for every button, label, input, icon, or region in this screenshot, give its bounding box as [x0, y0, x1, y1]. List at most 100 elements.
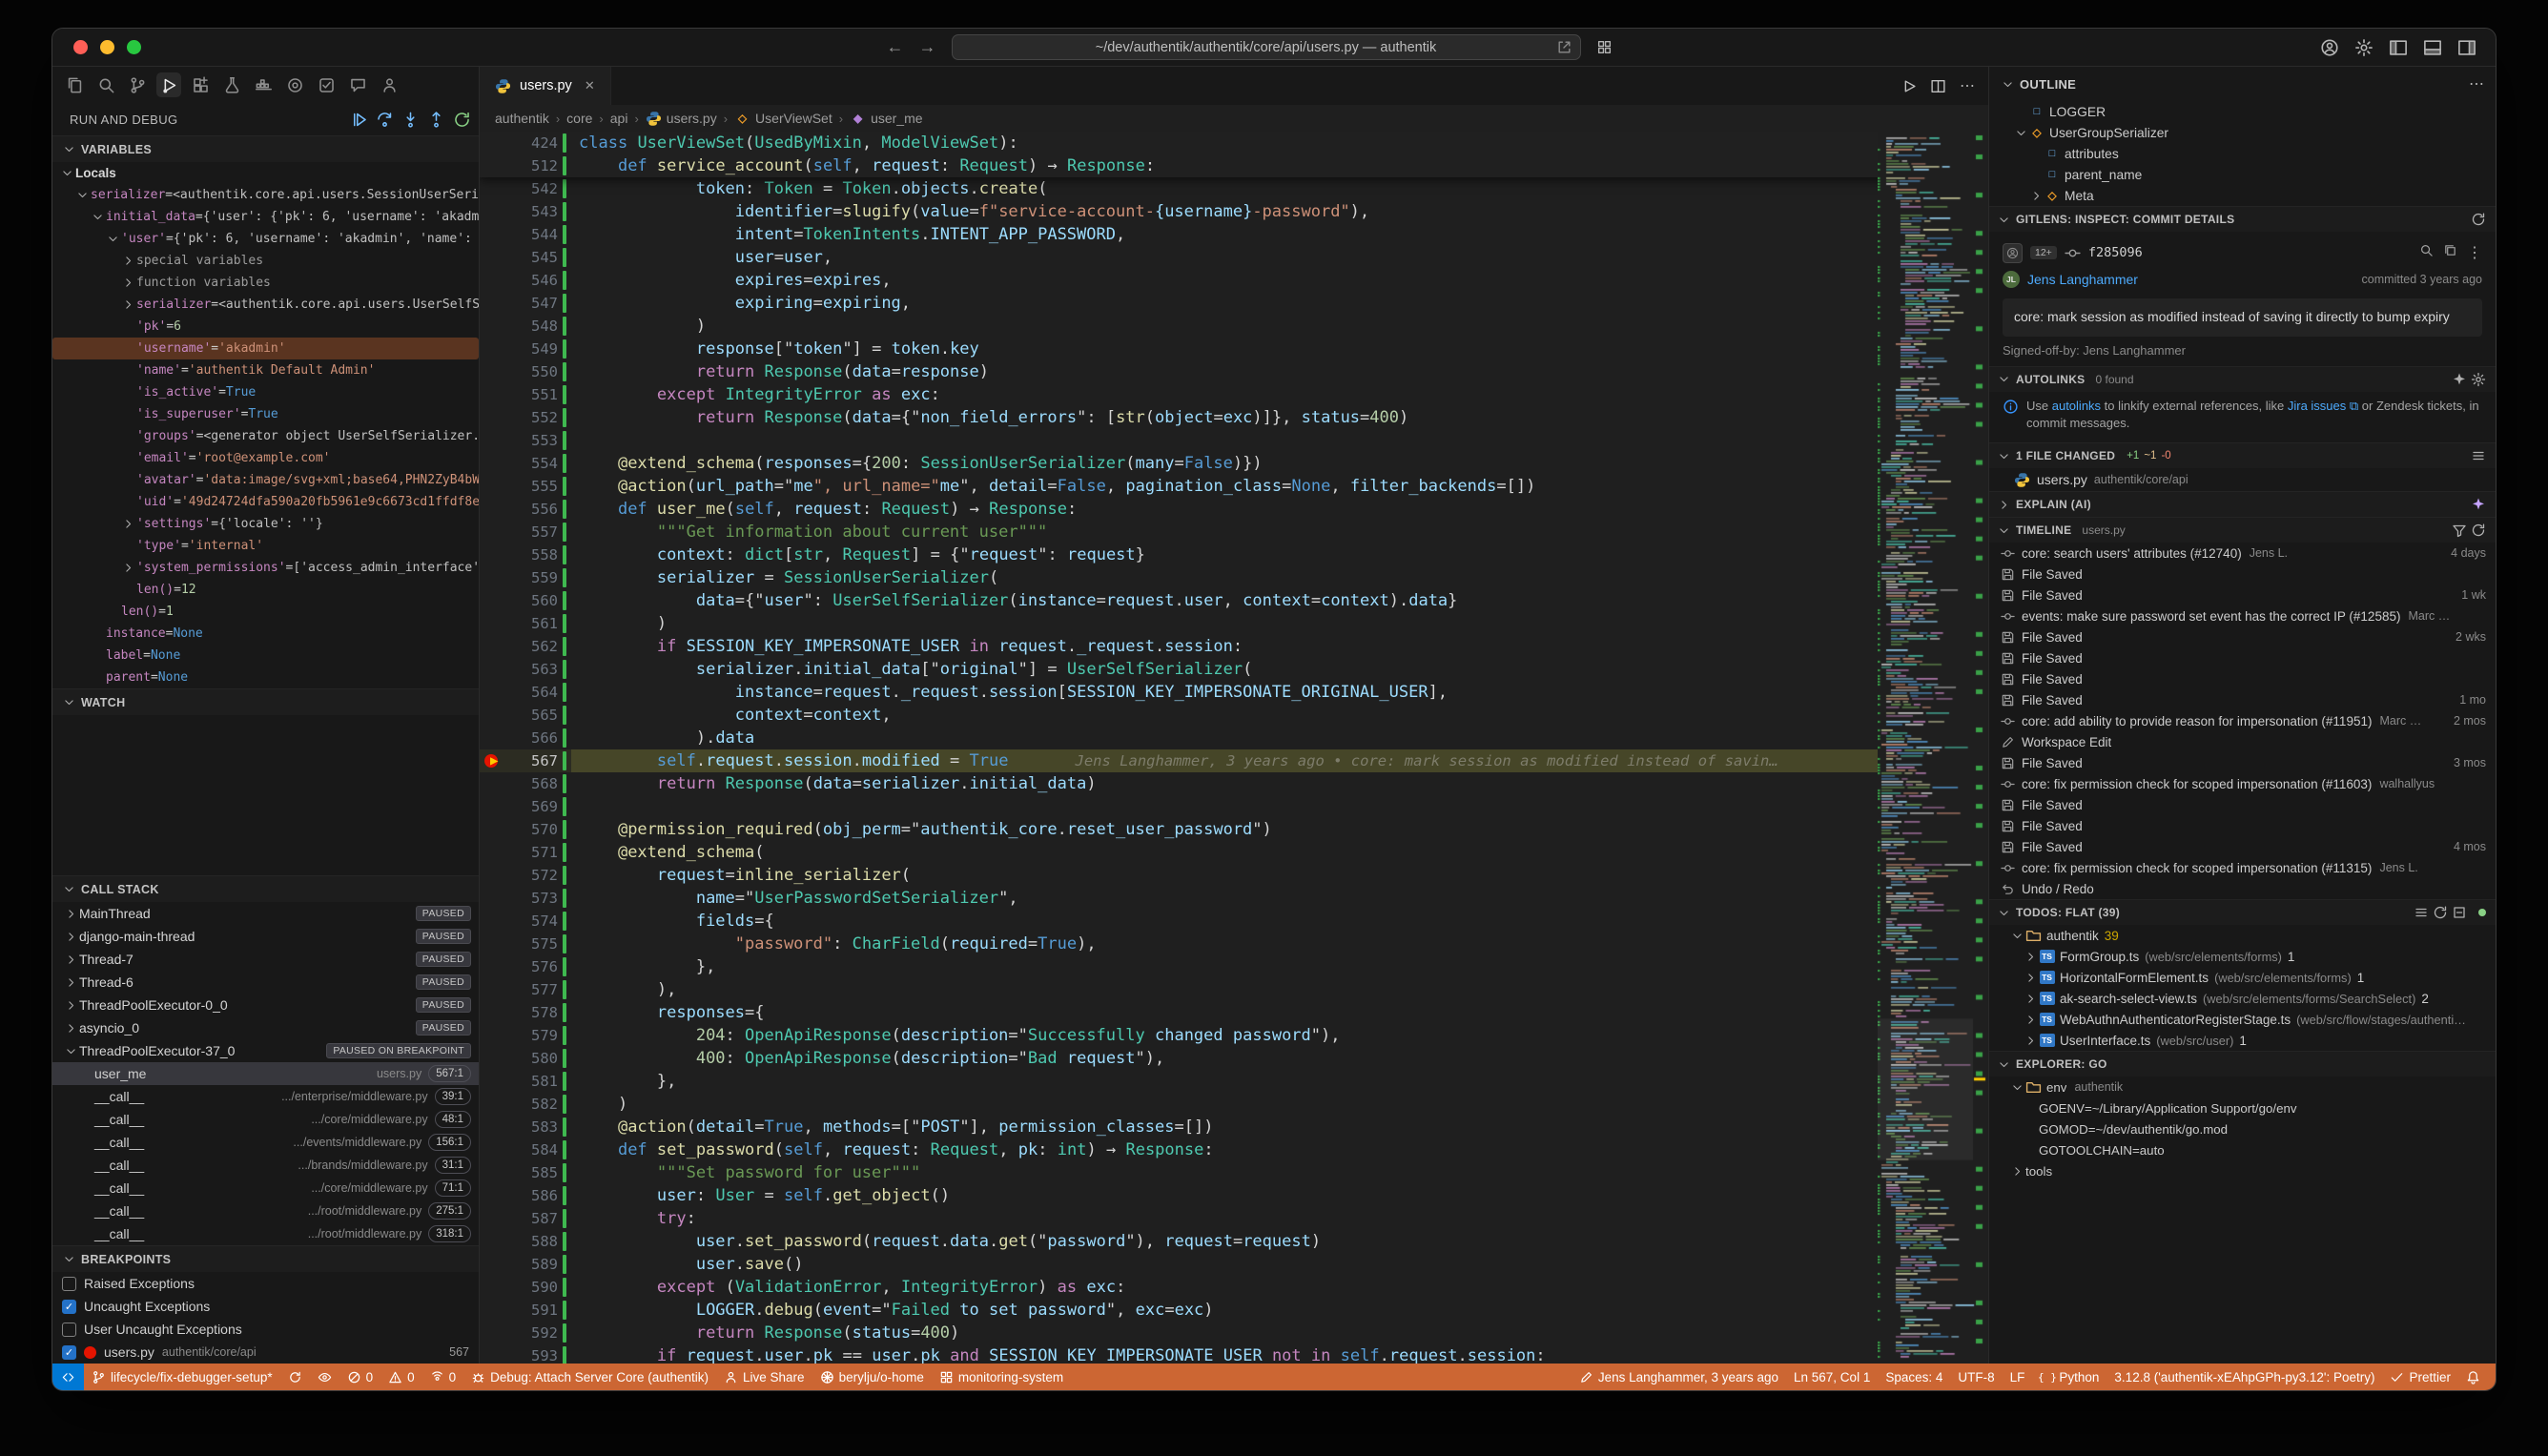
breakpoint-gutter[interactable] [480, 452, 508, 475]
breakpoint-gutter[interactable] [480, 1184, 508, 1207]
timeline-item[interactable]: Undo / Redo [1989, 878, 2496, 899]
variable-row[interactable]: len() = 12 [52, 579, 479, 601]
explorer-go-item[interactable]: envauthentik [1989, 1077, 2496, 1097]
breakpoint-gutter[interactable] [480, 1344, 508, 1364]
breakpoint-row[interactable]: ✓Uncaught Exceptions [52, 1295, 479, 1318]
todo-item[interactable]: authentik39 [1989, 925, 2496, 946]
activity-source-control-icon[interactable] [125, 72, 150, 97]
call-stack-thread[interactable]: Thread-6PAUSED [52, 971, 479, 994]
search-commit-icon[interactable] [2419, 243, 2434, 257]
breakpoint-gutter[interactable] [480, 383, 508, 406]
autolink-link[interactable]: autolinks [2052, 399, 2101, 413]
breakpoint-row[interactable]: User Uncaught Exceptions [52, 1318, 479, 1341]
breakpoint-row[interactable]: ✓users.pyauthentik/core/api567 [52, 1341, 479, 1364]
variable-row[interactable]: Locals [52, 162, 479, 184]
breakpoint-row[interactable]: Raised Exceptions [52, 1272, 479, 1295]
kube-context-item[interactable]: berylju/o-home [812, 1364, 932, 1390]
activity-files-icon[interactable] [62, 72, 87, 97]
variable-row[interactable]: parent = None [52, 666, 479, 688]
close-window-button[interactable] [73, 40, 88, 54]
breakpoint-gutter[interactable] [480, 772, 508, 795]
timeline-item[interactable]: File Saved2 wks [1989, 626, 2496, 647]
eol[interactable]: LF [2003, 1364, 2033, 1390]
call-stack-frame[interactable]: __call__.../core/middleware.py71:1 [52, 1177, 479, 1200]
python-interpreter[interactable]: 3.12.8 ('authentik-xEAhpGPh-py3.12': Poe… [2106, 1364, 2382, 1390]
todo-item[interactable]: TSHorizontalFormElement.ts(web/src/eleme… [1989, 967, 2496, 988]
outline-panel-header[interactable]: OUTLINE ⋯ [1989, 67, 2496, 101]
activity-run-and-debug-icon[interactable] [156, 72, 181, 97]
variable-row[interactable]: special variables [52, 250, 479, 272]
commit-sha[interactable]: f285096 [2088, 245, 2143, 260]
activity-comments-icon[interactable] [345, 72, 370, 97]
timeline-item[interactable]: File Saved [1989, 815, 2496, 836]
breakpoint-gutter[interactable] [480, 864, 508, 887]
todos-header[interactable]: TODOS: FLAT (39) [1989, 899, 2496, 925]
kube-namespace-item[interactable]: monitoring-system [932, 1364, 1071, 1390]
breakpoint-gutter[interactable] [480, 1207, 508, 1230]
breadcrumb-item[interactable]: core [566, 111, 592, 126]
call-stack-frame[interactable]: __call__.../core/middleware.py48:1 [52, 1108, 479, 1131]
breakpoint-gutter[interactable] [480, 1138, 508, 1161]
breakpoint-gutter[interactable] [480, 1047, 508, 1070]
variable-row[interactable]: 'pk' = 6 [52, 316, 479, 338]
breakpoint-gutter[interactable] [480, 566, 508, 589]
timeline-item[interactable]: File Saved1 wk [1989, 584, 2496, 605]
cursor-position[interactable]: Ln 567, Col 1 [1786, 1364, 1878, 1390]
layout-sidebar-left-icon[interactable] [2389, 38, 2408, 57]
breakpoint-gutter[interactable] [480, 1024, 508, 1047]
breakpoint-gutter[interactable] [480, 292, 508, 315]
gitlens-blame-toggle[interactable] [310, 1364, 339, 1390]
variable-row[interactable]: 'uid' = '49d24724dfa590a20fb5961e9c6673c… [52, 491, 479, 513]
activity-docker-icon[interactable] [251, 72, 276, 97]
checkbox[interactable]: ✓ [62, 1300, 76, 1314]
step-into-icon[interactable] [401, 111, 420, 129]
view-as-tree-icon[interactable] [2471, 448, 2486, 463]
variable-row[interactable]: 'groups' = <generator object UserSelfSer… [52, 425, 479, 447]
gear-icon[interactable] [2471, 372, 2486, 387]
breakpoint-gutter[interactable] [480, 200, 508, 223]
checkbox[interactable] [62, 1323, 76, 1337]
autolink-add-icon[interactable] [2452, 372, 2467, 387]
breakpoint-gutter[interactable] [480, 1276, 508, 1299]
outline-item[interactable]: ◇Meta [1989, 185, 2496, 206]
breakpoint-gutter[interactable] [480, 1161, 508, 1184]
notifications-bell[interactable] [2458, 1364, 2488, 1390]
call-stack-thread[interactable]: ThreadPoolExecutor-37_0PAUSED ON BREAKPO… [52, 1039, 479, 1062]
activity-search-icon[interactable] [93, 72, 118, 97]
breakpoint-gutter[interactable] [480, 498, 508, 521]
breakpoint-gutter[interactable] [480, 521, 508, 543]
variable-row[interactable]: 'is_superuser' = True [52, 403, 479, 425]
breakpoint-gutter[interactable] [480, 841, 508, 864]
timeline-item[interactable]: File Saved4 mos [1989, 836, 2496, 857]
breakpoint-gutter[interactable] [480, 177, 508, 200]
refresh-icon[interactable] [2471, 523, 2486, 538]
autolinks-header[interactable]: AUTOLINKS 0 found [1989, 366, 2496, 392]
variable-row[interactable]: serializer = <authentik.core.api.users.U… [52, 294, 479, 316]
breakpoint-gutter[interactable] [480, 154, 508, 177]
code-editor[interactable]: 424class UserViewSet(UsedByMixin, ModelV… [480, 132, 1988, 1364]
timeline-item[interactable]: core: search users' attributes (#12740)J… [1989, 543, 2496, 564]
variable-row[interactable]: 'username' = 'akadmin' [52, 338, 479, 359]
step-over-icon[interactable] [376, 111, 394, 129]
call-stack-frame[interactable]: __call__.../events/middleware.py156:1 [52, 1131, 479, 1154]
breakpoint-gutter[interactable] [480, 475, 508, 498]
call-stack-frame[interactable]: __call__.../root/middleware.py318:1 [52, 1222, 479, 1245]
breakpoint-gutter[interactable] [480, 955, 508, 978]
call-stack-frame[interactable]: user_meusers.py567:1 [52, 1062, 479, 1085]
explorer-go-item[interactable]: GOENV=~/Library/Application Support/go/e… [1989, 1097, 2496, 1118]
more-icon[interactable]: ⋯ [2469, 74, 2484, 93]
activity-testing-icon[interactable] [219, 72, 244, 97]
run-icon[interactable] [1901, 78, 1917, 94]
zoom-window-button[interactable] [127, 40, 141, 54]
language-mode[interactable]: { }Python [2032, 1364, 2106, 1390]
files-changed-header[interactable]: 1 FILE CHANGED +1~1-0 [1989, 442, 2496, 468]
breakpoint-gutter[interactable] [480, 132, 508, 154]
explorer-go-item[interactable]: GOMOD=~/dev/authentik/go.mod [1989, 1118, 2496, 1139]
outline-item[interactable]: □parent_name [1989, 164, 2496, 185]
call-stack-thread[interactable]: django-main-threadPAUSED [52, 925, 479, 948]
breakpoint-gutter[interactable] [480, 978, 508, 1001]
breakpoint-gutter[interactable] [480, 704, 508, 727]
breakpoint-gutter[interactable] [480, 933, 508, 955]
timeline-item[interactable]: File Saved1 mo [1989, 689, 2496, 710]
author-link[interactable]: Jens Langhammer [2027, 272, 2138, 287]
